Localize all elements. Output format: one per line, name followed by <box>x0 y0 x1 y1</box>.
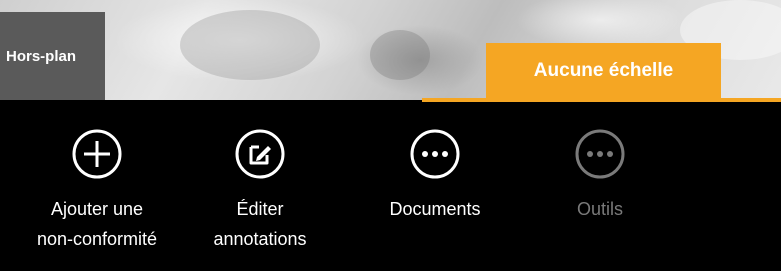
edit-annotations-label-line1: Éditer <box>236 199 284 219</box>
add-nonconformity-label-line1: Ajouter une <box>50 199 144 219</box>
edit-annotations-label-line2: annotations <box>213 229 307 249</box>
bottom-toolbar: Ajouter une non-conformité Éditer annota… <box>0 102 781 271</box>
edit-square-icon <box>235 129 285 179</box>
photo-shadow <box>370 30 430 80</box>
more-circle-icon <box>410 129 460 179</box>
tools-label-line1: Outils <box>576 199 623 219</box>
tab-offplan[interactable]: Hors-plan <box>0 12 105 100</box>
documents-label-line1: Documents <box>389 199 481 219</box>
more-circle-icon <box>575 129 625 179</box>
photo-highlight <box>180 10 320 80</box>
add-nonconformity-button[interactable]: Ajouter une non-conformité <box>22 128 172 254</box>
tab-offplan-label: Hors-plan <box>6 47 77 65</box>
tab-scale-label: Aucune échelle <box>533 59 674 81</box>
tab-scale[interactable]: Aucune échelle <box>486 43 721 98</box>
app-screen: Hors-plan Aucune échelle Ajouter une non… <box>0 0 781 271</box>
edit-annotations-button[interactable]: Éditer annotations <box>190 128 330 254</box>
add-nonconformity-label-line2: non-conformité <box>36 229 158 249</box>
edit-annotations-label: Éditer annotations <box>213 194 306 254</box>
tools-button[interactable]: Outils <box>530 128 670 224</box>
add-nonconformity-label: Ajouter une non-conformité <box>37 194 157 254</box>
plus-circle-icon <box>72 129 122 179</box>
documents-button[interactable]: Documents <box>365 128 505 224</box>
tools-label: Outils <box>577 194 623 224</box>
documents-label: Documents <box>389 194 480 224</box>
